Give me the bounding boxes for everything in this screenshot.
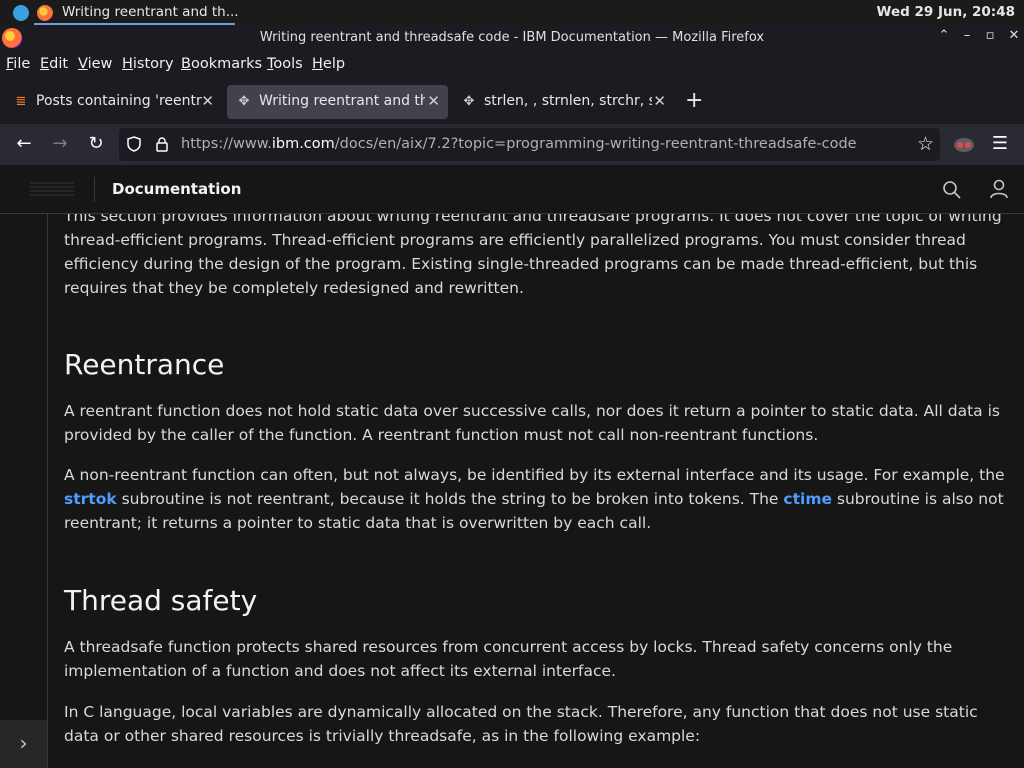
firefox-task-icon[interactable] (37, 5, 53, 21)
menu-bookmarks[interactable]: Bookmarks (181, 56, 262, 72)
header-divider (94, 177, 95, 202)
url-path: /docs/en/aix/7.2?topic=programming-writi… (334, 136, 857, 152)
stackoverflow-icon: ≣ (15, 94, 27, 109)
close-tab-icon[interactable]: ✕ (653, 92, 666, 110)
forward-arrow-icon[interactable]: → (48, 132, 72, 156)
url-host: ibm.com (271, 136, 335, 152)
maximize-icon[interactable]: ▫ (982, 28, 998, 43)
close-tab-icon[interactable]: ✕ (201, 92, 214, 110)
strtok-link[interactable]: strtok (64, 490, 117, 508)
threadsafety-paragraph-1: A threadsafe function protects shared re… (64, 638, 953, 680)
ctime-link[interactable]: ctime (783, 490, 832, 508)
tab-label: Posts containing 'reentra (36, 93, 202, 109)
search-icon[interactable] (942, 180, 961, 199)
new-tab-button[interactable]: + (685, 88, 703, 113)
minimize-icon[interactable]: – (959, 28, 975, 43)
chevron-up-icon[interactable]: ⌃ (936, 28, 952, 43)
url-text[interactable]: https://www.ibm.com/docs/en/aix/7.2?topi… (181, 136, 857, 152)
clock[interactable]: Wed 29 Jun, 20:48 (877, 4, 1015, 20)
threadsafety-paragraph-2: In C language, local variables are dynam… (64, 703, 978, 745)
intro-paragraph: This section provides information about … (64, 214, 1002, 297)
menu-help[interactable]: Help (312, 56, 345, 72)
tab-label: strlen, , strnlen, strchr, st (484, 93, 652, 109)
menu-tools[interactable]: Tools (267, 56, 303, 72)
bookmark-star-icon[interactable]: ☆ (917, 133, 934, 155)
menu-bar: File Edit View History Bookmarks Tools H… (0, 51, 1024, 79)
tab-label: Writing reentrant and thr (259, 93, 425, 109)
window-titlebar: Writing reentrant and threadsafe code - … (0, 26, 1024, 51)
close-icon[interactable]: ✕ (1006, 28, 1022, 43)
reentrance-paragraph-2: A non-reentrant function can often, but … (64, 463, 1014, 535)
tab-writing-reentrant[interactable]: ✥ Writing reentrant and thr ✕ (227, 85, 448, 119)
reentrance-paragraph-1: A reentrant function does not hold stati… (64, 402, 1000, 444)
article-content: This section provides information about … (48, 214, 1024, 768)
ibm-icon: ✥ (463, 94, 475, 109)
ibm-icon: ✥ (238, 94, 250, 109)
heading-thread-safety: Thread safety (64, 584, 258, 617)
site-header: Documentation (0, 165, 1024, 214)
menu-edit[interactable]: Edit (40, 56, 68, 72)
tab-posts-reentrant[interactable]: ≣ Posts containing 'reentra ✕ (4, 85, 222, 119)
menu-view[interactable]: View (78, 56, 112, 72)
desktop-taskbar: Writing reentrant and th... Wed 29 Jun, … (0, 0, 1024, 26)
user-icon[interactable] (990, 179, 1008, 199)
tab-bar: ≣ Posts containing 'reentra ✕ ✥ Writing … (0, 79, 1024, 124)
heading-reentrance: Reentrance (64, 348, 225, 381)
tab-strlen[interactable]: ✥ strlen, , strnlen, strchr, st ✕ (452, 85, 674, 119)
ibm-logo-icon[interactable] (30, 182, 74, 196)
menu-file[interactable]: File (6, 56, 30, 72)
close-tab-icon[interactable]: ✕ (427, 92, 440, 110)
side-rail: › (0, 214, 48, 768)
nav-toolbar: ← → ↻ https://www.ibm.com/docs/en/aix/7.… (0, 124, 1024, 165)
task-window-title[interactable]: Writing reentrant and th... (62, 4, 239, 20)
active-task-indicator (34, 23, 235, 25)
site-title[interactable]: Documentation (112, 180, 241, 198)
tracking-shield-icon[interactable] (127, 136, 141, 152)
extension-mask-icon[interactable] (953, 136, 975, 154)
reload-icon[interactable]: ↻ (84, 132, 108, 156)
menu-history[interactable]: History (122, 56, 174, 72)
text-segment: subroutine is not reentrant, because it … (116, 490, 784, 508)
app-menu-icon[interactable]: ☰ (988, 132, 1012, 156)
window-title: Writing reentrant and threadsafe code - … (259, 30, 765, 45)
url-prefix: https://www. (181, 136, 272, 152)
app-launcher-icon[interactable] (13, 5, 29, 21)
url-bar[interactable]: https://www.ibm.com/docs/en/aix/7.2?topi… (119, 128, 940, 161)
lock-icon[interactable] (155, 137, 169, 152)
back-arrow-icon[interactable]: ← (12, 132, 36, 156)
expand-chevron-icon[interactable]: › (0, 720, 47, 768)
text-segment: A non-reentrant function can often, but … (64, 466, 1005, 484)
